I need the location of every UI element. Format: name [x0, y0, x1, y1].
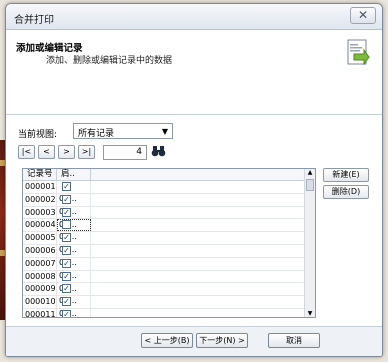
cancel-button[interactable]: 取消 [268, 333, 320, 348]
scroll-up-icon[interactable]: ▲ [305, 169, 315, 179]
include-cell[interactable]: ✓00... [57, 193, 91, 216]
page-subtitle: 添加、删除或编辑记录中的数据 [46, 56, 173, 66]
view-label: 当前视图: [18, 130, 58, 140]
chevron-down-icon: ▼ [161, 127, 168, 136]
record-id-cell[interactable]: 000001 [23, 181, 57, 193]
include-checkbox[interactable]: ✓ [62, 271, 71, 281]
grid-body: 000001✓00...000002✓00...000003✓00...0000… [23, 181, 315, 317]
content-area: 当前视图: 所有记录 ▼ |< < > >| 4 记录号 肩.. 000001 ✓… [6, 115, 382, 356]
record-id-cell[interactable]: 000010 [23, 296, 57, 308]
table-row[interactable]: 000009✓00... [23, 283, 315, 305]
records-grid[interactable]: 记录号 肩.. 000001✓00...000002✓00...000003✓0… [22, 168, 316, 318]
include-cell[interactable]: ✓00... [57, 244, 91, 267]
empty-cell[interactable] [91, 283, 307, 296]
empty-cell[interactable] [91, 257, 307, 270]
include-checkbox[interactable]: ✓ [62, 284, 71, 294]
close-button[interactable]: ✕ [350, 7, 376, 24]
include-cell[interactable]: ✓00... [57, 206, 91, 229]
table-row[interactable]: 000002✓00... [23, 193, 315, 216]
new-record-button[interactable]: 新建(E) [323, 168, 369, 182]
delete-record-button[interactable]: 删除(D) [323, 185, 369, 199]
empty-cell[interactable] [91, 181, 307, 193]
page-title: 添加或编辑记录 [16, 43, 83, 54]
scroll-down-icon[interactable]: ▼ [305, 310, 315, 317]
include-checkbox[interactable]: ✓ [62, 245, 71, 255]
empty-cell[interactable] [91, 308, 307, 317]
column-header-field[interactable]: 肩.. [57, 169, 91, 180]
column-header-record-no[interactable]: 记录号 [23, 169, 57, 180]
vertical-scrollbar[interactable]: ▲ ▼ [304, 169, 315, 317]
include-checkbox[interactable]: ✓ [62, 233, 71, 243]
wizard-header: 添加或编辑记录 添加、删除或编辑记录中的数据 [6, 30, 382, 115]
record-id-cell[interactable]: 000003 [23, 206, 57, 219]
empty-cell[interactable] [91, 193, 307, 206]
record-id-cell[interactable]: 000011 [23, 308, 57, 317]
merge-print-dialog: 合并打印 ✕ 添加或编辑记录 添加、删除或编辑记录中的数据 当前视图: 所有记录… [5, 3, 383, 357]
column-header-empty [91, 169, 307, 180]
include-cell[interactable]: ✓00... [57, 257, 91, 280]
table-row[interactable]: 000005✓00... [23, 232, 315, 254]
include-checkbox[interactable] [62, 220, 71, 230]
merge-document-icon [347, 39, 370, 66]
empty-cell[interactable] [91, 219, 307, 232]
table-row[interactable]: 00000400... [23, 219, 315, 241]
table-row[interactable]: 000006✓00... [23, 244, 315, 267]
next-record-button[interactable]: > [58, 145, 75, 159]
table-row[interactable]: 000010✓00... [23, 296, 315, 317]
empty-cell[interactable] [91, 296, 307, 308]
record-id-cell[interactable]: 000005 [23, 232, 57, 244]
include-cell[interactable]: ✓00... [57, 181, 91, 203]
include-cell[interactable]: ✓00... [57, 283, 91, 305]
empty-cell[interactable] [91, 270, 307, 283]
empty-cell[interactable] [91, 206, 307, 219]
table-row[interactable]: 000007✓00... [23, 257, 315, 280]
record-number-input[interactable]: 4 [103, 145, 147, 160]
empty-cell[interactable] [91, 232, 307, 244]
next-button[interactable]: 下一步(N) > [196, 333, 248, 348]
include-cell[interactable]: ✓00... [57, 296, 91, 317]
include-cell[interactable]: ✓00... [57, 270, 91, 293]
wizard-footer: < 上一步(B) 下一步(N) > 取消 [6, 326, 382, 356]
include-checkbox[interactable]: ✓ [62, 258, 71, 268]
record-id-cell[interactable]: 000004 [23, 219, 57, 232]
empty-cell[interactable] [91, 244, 307, 257]
view-select[interactable]: 所有记录 ▼ [73, 123, 173, 139]
record-id-cell[interactable]: 000006 [23, 244, 57, 257]
record-id-cell[interactable]: 000007 [23, 257, 57, 270]
prev-record-button[interactable]: < [38, 145, 55, 159]
last-record-button[interactable]: >| [78, 145, 95, 159]
table-row[interactable]: 000001✓00... [23, 181, 315, 203]
grid-header: 记录号 肩.. [23, 169, 315, 181]
include-checkbox[interactable]: ✓ [62, 309, 71, 317]
back-button[interactable]: < 上一步(B) [141, 333, 193, 348]
binoculars-icon[interactable] [150, 145, 166, 159]
record-id-cell[interactable]: 000009 [23, 283, 57, 296]
record-id-cell[interactable]: 000002 [23, 193, 57, 206]
view-select-value: 所有记录 [78, 129, 115, 139]
scroll-thumb[interactable] [306, 179, 314, 191]
include-checkbox[interactable]: ✓ [62, 182, 71, 191]
include-checkbox[interactable]: ✓ [62, 207, 71, 217]
include-cell[interactable]: ✓00... [57, 308, 91, 317]
include-checkbox[interactable]: ✓ [62, 297, 71, 307]
include-cell[interactable]: ✓00... [57, 232, 91, 254]
table-row[interactable]: 000008✓00... [23, 270, 315, 293]
title-bar: 合并打印 ✕ [6, 4, 382, 30]
include-checkbox[interactable]: ✓ [62, 194, 71, 204]
record-id-cell[interactable]: 000008 [23, 270, 57, 283]
include-cell[interactable]: 00... [57, 219, 91, 241]
window-title: 合并打印 [14, 15, 54, 26]
table-row[interactable]: 000011✓00... [23, 308, 315, 317]
first-record-button[interactable]: |< [18, 145, 35, 159]
table-row[interactable]: 000003✓00... [23, 206, 315, 229]
